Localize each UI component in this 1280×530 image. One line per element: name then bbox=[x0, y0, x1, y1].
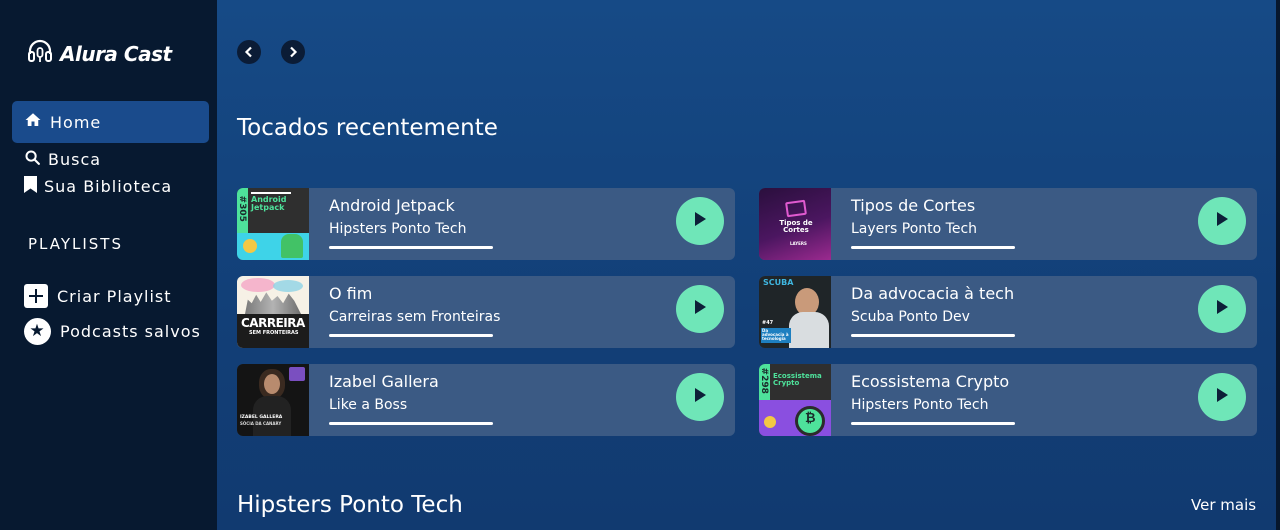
forward-button[interactable] bbox=[281, 40, 305, 64]
episode-artwork: CARREIRA SEM FRONTEIRAS bbox=[237, 276, 309, 348]
play-icon bbox=[1215, 211, 1229, 231]
show-name[interactable]: Layers Ponto Tech bbox=[851, 221, 977, 237]
recent-card[interactable]: SCUBA #47 Da advocacia à tecnologia Da a… bbox=[759, 276, 1257, 348]
progress-bar bbox=[851, 422, 1015, 425]
saved-podcasts-label: Podcasts salvos bbox=[60, 322, 201, 341]
nav-home-label: Home bbox=[50, 112, 102, 132]
play-icon bbox=[693, 211, 707, 231]
play-button[interactable] bbox=[1198, 285, 1246, 333]
nav-search-label: Busca bbox=[48, 150, 102, 169]
plus-icon bbox=[24, 284, 48, 308]
play-button[interactable] bbox=[676, 373, 724, 421]
recent-card[interactable]: CARREIRA SEM FRONTEIRAS O fim Carreiras … bbox=[237, 276, 735, 348]
progress-bar bbox=[851, 246, 1015, 249]
play-icon bbox=[1215, 387, 1229, 407]
nav-library[interactable]: Sua Biblioteca bbox=[24, 176, 172, 197]
recent-card[interactable]: #305 Android Jetpack Android Jetpack Hip… bbox=[237, 188, 735, 260]
back-button[interactable] bbox=[237, 40, 261, 64]
play-icon bbox=[693, 299, 707, 319]
star-icon: ★ bbox=[24, 318, 51, 345]
show-name[interactable]: Scuba Ponto Dev bbox=[851, 309, 970, 325]
main-content bbox=[217, 0, 1276, 530]
nav-search[interactable]: Busca bbox=[24, 149, 101, 170]
episode-title[interactable]: O fim bbox=[329, 284, 372, 303]
nav-library-label: Sua Biblioteca bbox=[44, 177, 173, 196]
sidebar: Alura Cast Home Busca Sua Biblioteca PLA… bbox=[0, 0, 217, 530]
episode-title[interactable]: Da advocacia à tech bbox=[851, 284, 1014, 303]
episode-artwork: #305 Android Jetpack bbox=[237, 188, 309, 260]
headphones-logo-icon bbox=[26, 38, 54, 70]
play-button[interactable] bbox=[676, 285, 724, 333]
bookmark-icon bbox=[24, 176, 37, 197]
show-name[interactable]: Like a Boss bbox=[329, 397, 407, 413]
progress-bar bbox=[851, 334, 1015, 337]
recently-played-title: Tocados recentemente bbox=[237, 115, 498, 141]
see-more-link[interactable]: Ver mais bbox=[1191, 496, 1256, 514]
show-name[interactable]: Carreiras sem Fronteiras bbox=[329, 309, 500, 325]
chevron-left-icon bbox=[243, 43, 255, 62]
playlists-heading: PLAYLISTS bbox=[28, 235, 123, 253]
home-icon bbox=[24, 111, 42, 133]
recent-card[interactable]: Tipos de Cortes LAYERS Tipos de Cortes L… bbox=[759, 188, 1257, 260]
window-edge bbox=[1276, 0, 1280, 530]
play-button[interactable] bbox=[1198, 373, 1246, 421]
search-icon bbox=[24, 149, 41, 170]
episode-artwork: IZABEL GALLERA SÓCIA DA CANARY bbox=[237, 364, 309, 436]
play-button[interactable] bbox=[1198, 197, 1246, 245]
nav-home[interactable]: Home bbox=[12, 101, 209, 143]
play-button[interactable] bbox=[676, 197, 724, 245]
episode-title[interactable]: Ecossistema Crypto bbox=[851, 372, 1009, 391]
recent-card[interactable]: IZABEL GALLERA SÓCIA DA CANARY Izabel Ga… bbox=[237, 364, 735, 436]
chevron-right-icon bbox=[287, 43, 299, 62]
progress-bar bbox=[329, 246, 493, 249]
logo[interactable]: Alura Cast bbox=[26, 39, 172, 69]
progress-bar bbox=[329, 334, 493, 337]
episode-artwork: #298 Ecossistema Crypto ₿ bbox=[759, 364, 831, 436]
show-name[interactable]: Hipsters Ponto Tech bbox=[851, 397, 988, 413]
hipsters-section-title: Hipsters Ponto Tech bbox=[237, 492, 463, 518]
play-icon bbox=[1215, 299, 1229, 319]
progress-bar bbox=[329, 422, 493, 425]
show-name[interactable]: Hipsters Ponto Tech bbox=[329, 221, 466, 237]
episode-artwork: SCUBA #47 Da advocacia à tecnologia bbox=[759, 276, 831, 348]
episode-title[interactable]: Izabel Gallera bbox=[329, 372, 439, 391]
saved-podcasts-button[interactable]: ★ Podcasts salvos bbox=[24, 318, 201, 345]
play-icon bbox=[693, 387, 707, 407]
episode-title[interactable]: Tipos de Cortes bbox=[851, 196, 975, 215]
recent-card[interactable]: #298 Ecossistema Crypto ₿ Ecossistema Cr… bbox=[759, 364, 1257, 436]
create-playlist-button[interactable]: Criar Playlist bbox=[24, 284, 172, 308]
episode-artwork: Tipos de Cortes LAYERS bbox=[759, 188, 831, 260]
create-playlist-label: Criar Playlist bbox=[57, 286, 172, 306]
episode-title[interactable]: Android Jetpack bbox=[329, 196, 455, 215]
logo-text: Alura Cast bbox=[60, 42, 172, 66]
